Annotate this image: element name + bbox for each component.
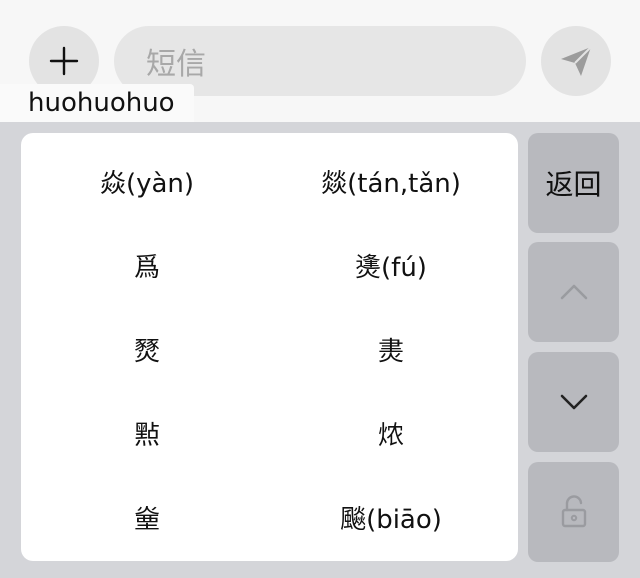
candidate-item[interactable]: 㷑 — [27, 487, 267, 547]
candidate-panel: 焱(yàn) 燚(tán,tǎn) 爲 㷭(fú) 燹 㶳 㸃 㶶 㷑 飈(bi… — [21, 133, 518, 561]
send-button[interactable] — [541, 26, 611, 96]
plus-icon — [49, 46, 79, 76]
composer-bar: 短信 huohuohuo — [0, 0, 640, 122]
pinyin-composition: huohuohuo — [0, 84, 194, 122]
candidate-item[interactable]: 爲 — [27, 235, 267, 295]
unlock-icon — [561, 495, 586, 528]
candidate-item[interactable]: 燚(tán,tǎn) — [271, 151, 511, 211]
chevron-down-icon — [560, 394, 587, 410]
page-up-button[interactable] — [528, 242, 619, 342]
lock-toggle-button[interactable] — [528, 462, 619, 562]
candidate-item[interactable]: 焱(yàn) — [27, 151, 267, 211]
page-down-button[interactable] — [528, 352, 619, 452]
candidate-item[interactable]: 㷭(fú) — [271, 235, 511, 295]
candidate-item[interactable]: 㶶 — [271, 403, 511, 463]
candidate-item[interactable]: 㸃 — [27, 403, 267, 463]
message-input-placeholder: 短信 — [146, 47, 206, 82]
candidate-item[interactable]: 飈(biāo) — [271, 487, 511, 547]
candidate-item[interactable]: 燹 — [27, 319, 267, 379]
chevron-up-icon — [560, 284, 587, 300]
back-button[interactable]: 返回 — [528, 133, 619, 233]
send-icon — [561, 46, 592, 76]
candidate-item[interactable]: 㶳 — [271, 319, 511, 379]
pinyin-text: huohuohuo — [28, 88, 175, 118]
back-button-label: 返回 — [545, 168, 602, 201]
ime-keyboard: 焱(yàn) 燚(tán,tǎn) 爲 㷭(fú) 燹 㶳 㸃 㶶 㷑 飈(bi… — [0, 122, 640, 578]
